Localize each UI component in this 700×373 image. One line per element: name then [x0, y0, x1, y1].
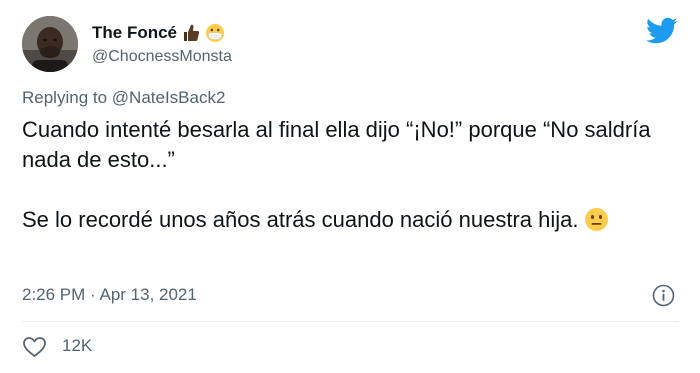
reply-prefix: Replying to — [22, 88, 108, 107]
tweet-paragraph-2-container: Se lo recordé unos años atrás cuando nac… — [22, 205, 672, 235]
display-name[interactable]: The Foncé — [92, 23, 177, 43]
heart-icon[interactable] — [22, 336, 47, 358]
avatar[interactable] — [22, 16, 78, 72]
like-count: 12K — [62, 336, 93, 355]
twitter-bird-icon[interactable] — [646, 17, 678, 45]
neutral-face-icon — [584, 207, 609, 232]
divider — [22, 321, 678, 322]
replying-to-line: Replying to @NateIsBack2 — [22, 88, 225, 108]
tweet-paragraph-2: Se lo recordé unos años atrás cuando nac… — [22, 207, 579, 232]
author-handle[interactable]: @ChocnessMonsta — [92, 48, 232, 66]
thumbs-up-icon — [181, 23, 201, 43]
avatar-image — [22, 16, 78, 72]
tweet-paragraph-1: Cuando intenté besarla al final ella dij… — [22, 117, 651, 172]
tweet-body: Cuando intenté besarla al final ella dij… — [22, 115, 672, 235]
reply-mention-link[interactable]: @NateIsBack2 — [112, 88, 226, 107]
tweet-timestamp[interactable]: 2:26 PM · Apr 13, 2021 — [22, 285, 197, 305]
tweet-card: The Foncé @ChocnessMonsta Replying to @N… — [0, 0, 700, 373]
author-name-row[interactable]: The Foncé — [92, 22, 225, 44]
face-with-mask-icon — [205, 23, 225, 43]
info-icon[interactable] — [652, 284, 675, 307]
